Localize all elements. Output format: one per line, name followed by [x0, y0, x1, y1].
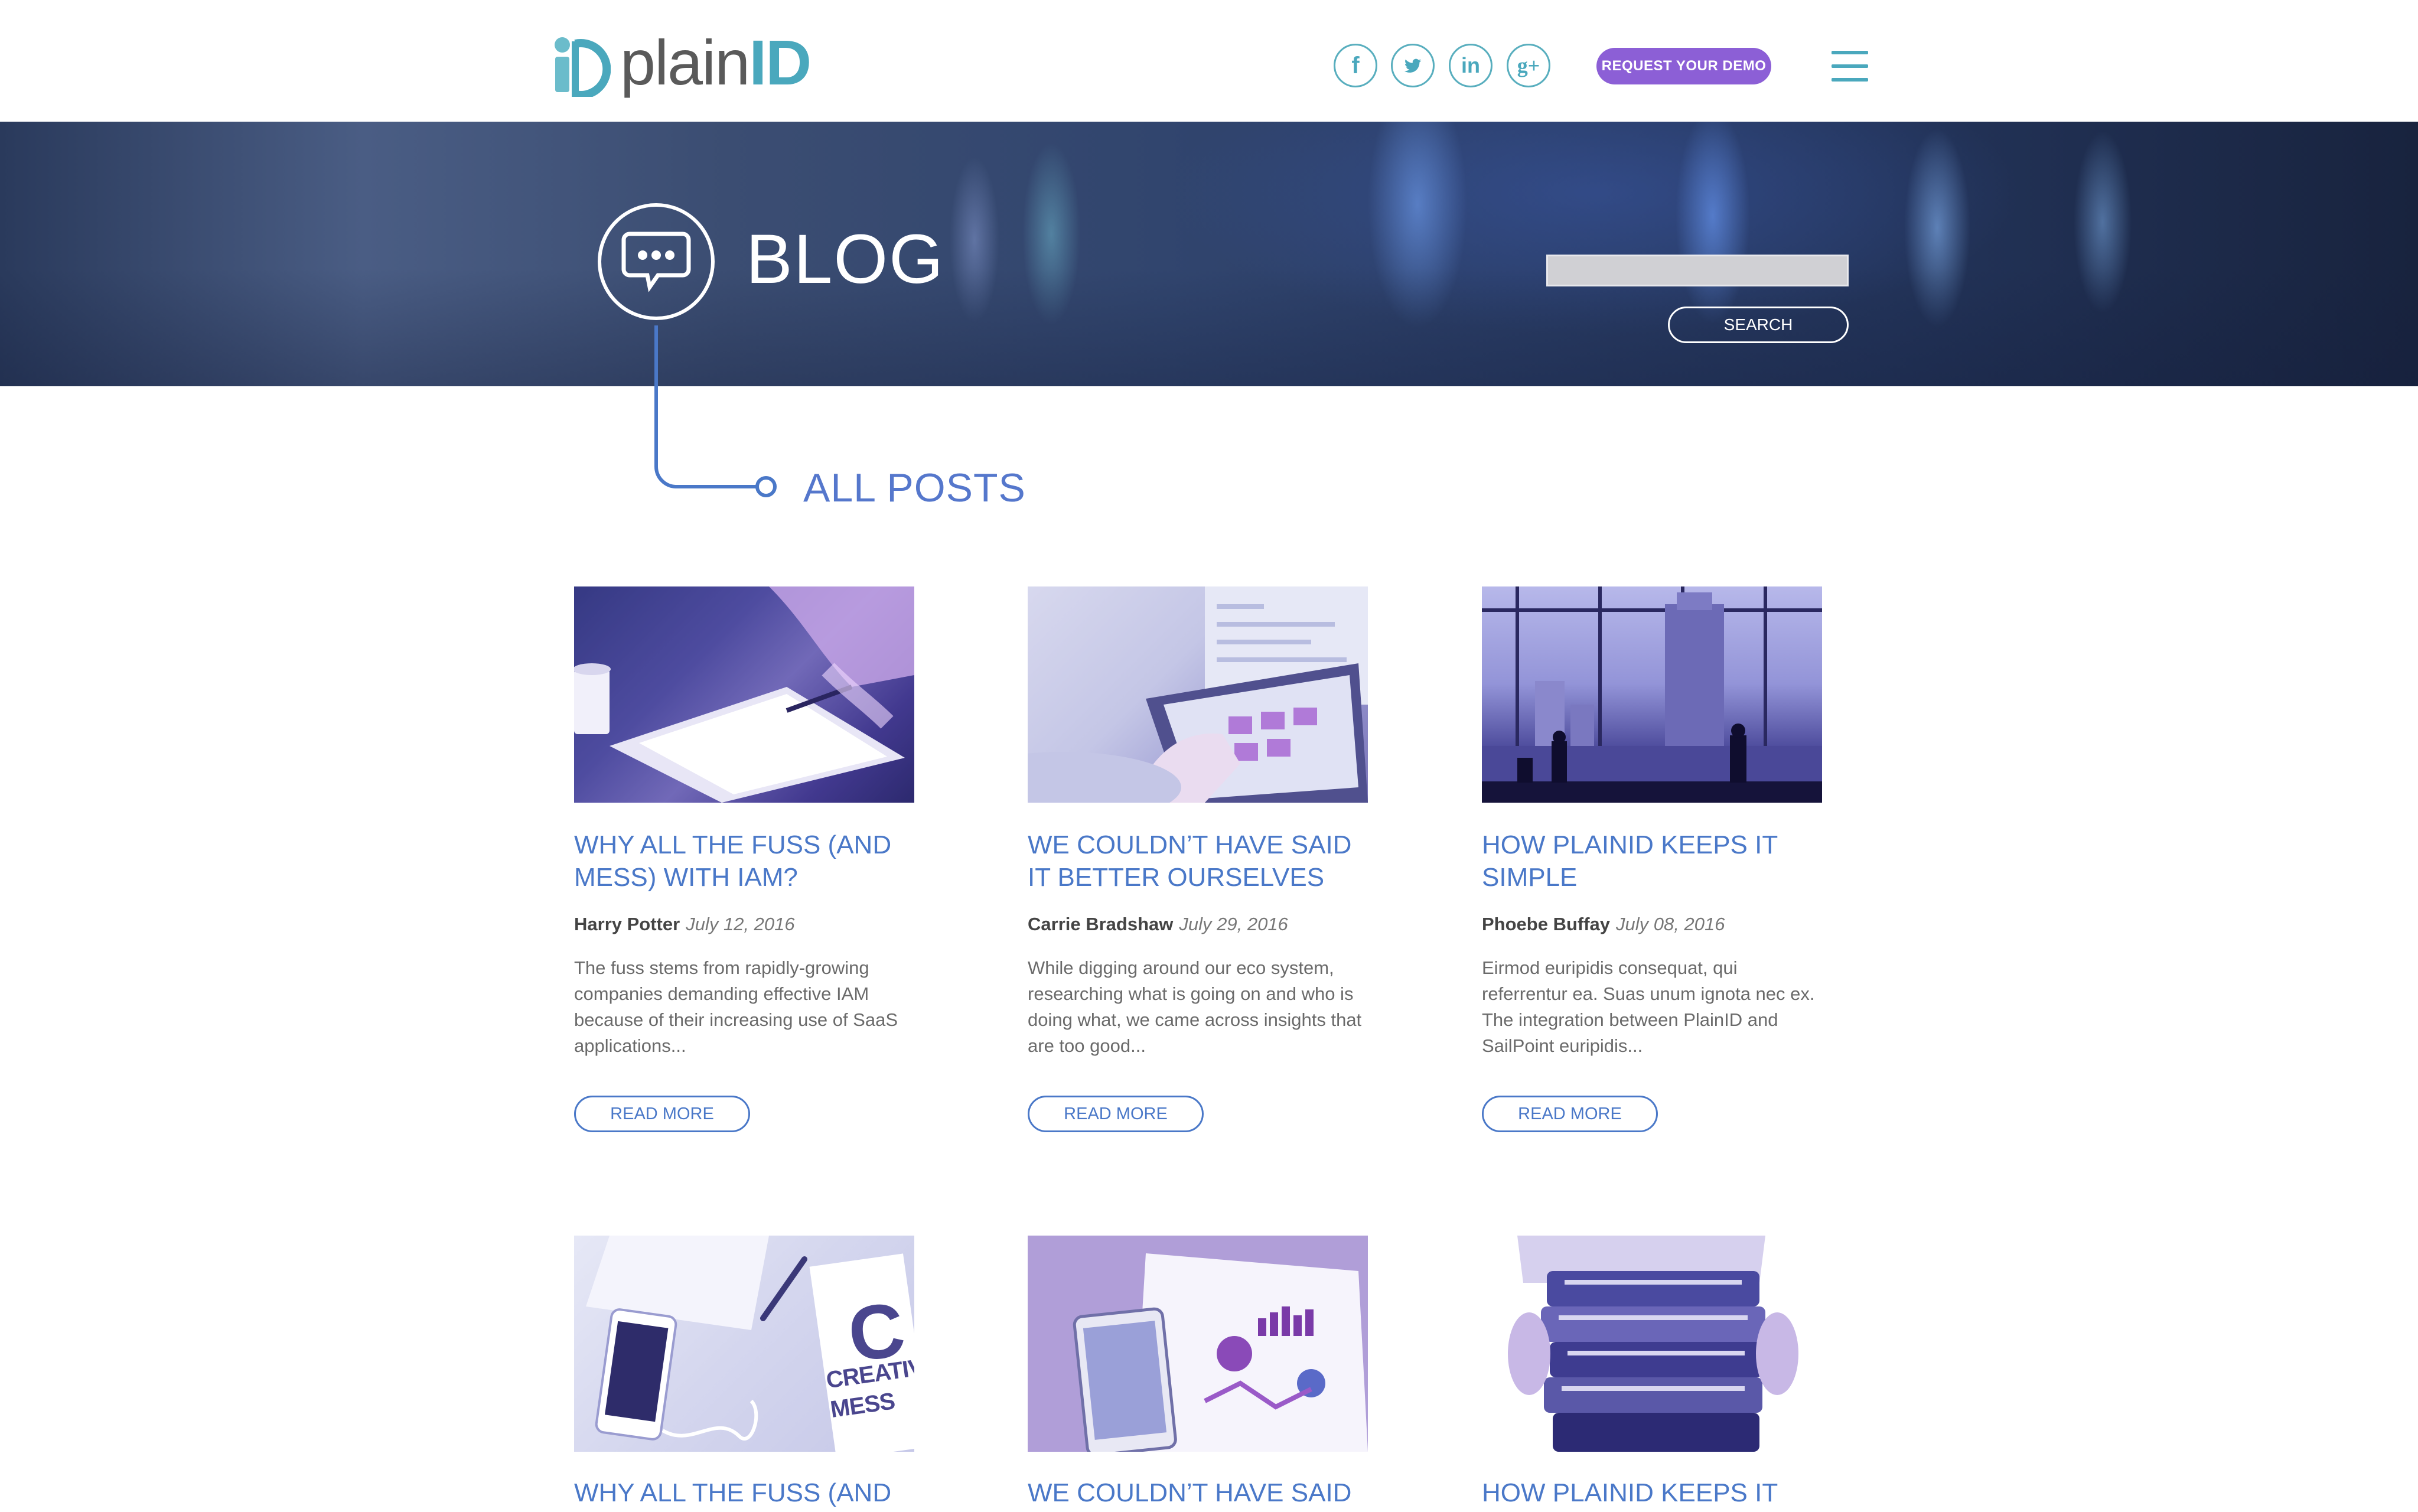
post-thumbnail[interactable] — [1028, 586, 1368, 803]
section-title: ALL POSTS — [803, 465, 1026, 510]
read-more-button[interactable]: READ MORE — [574, 1096, 750, 1132]
hamburger-icon[interactable] — [1832, 51, 1868, 82]
post-excerpt: Eirmod euripidis consequat, qui referren… — [1482, 957, 1815, 1056]
blog-hero-banner: BLOG SEARCH — [0, 122, 2418, 386]
post-thumbnail[interactable]: C CREATIVE MESS — [574, 1236, 914, 1452]
post-excerpt: The fuss stems from rapidly-growing comp… — [574, 957, 898, 1056]
twitter-button[interactable] — [1391, 44, 1435, 87]
linkedin-icon: in — [1461, 53, 1480, 77]
post-excerpt: While digging around our eco system, res… — [1028, 957, 1362, 1056]
post-author: Carrie Bradshaw — [1028, 914, 1174, 934]
google-plus-button[interactable]: g+ — [1507, 44, 1550, 87]
thumbnail-caption: CREATIVE MESS — [825, 1352, 914, 1423]
site-header: plainID f in g+ REQUEST YOUR DEMO — [0, 0, 2418, 122]
post-title[interactable]: WHY ALL THE FUSS (AND MESS) WITH IAM? — [574, 829, 914, 894]
post-meta: Carrie Bradshaw July 29, 2016 — [1028, 913, 1288, 936]
post-meta: Phoebe Buffay July 08, 2016 — [1482, 913, 1725, 936]
post-thumbnail[interactable] — [1482, 1236, 1822, 1452]
linkedin-button[interactable]: in — [1449, 44, 1492, 87]
logo-wordmark: plainID — [620, 27, 812, 98]
post-title[interactable]: HOW PLAINID KEEPS IT — [1482, 1477, 1822, 1509]
read-more-button[interactable]: READ MORE — [1482, 1096, 1658, 1132]
request-demo-button[interactable]: REQUEST YOUR DEMO — [1596, 48, 1771, 84]
post-author: Harry Potter — [574, 914, 680, 934]
logo-id: ID — [749, 27, 812, 98]
post-thumbnail[interactable] — [1482, 586, 1822, 803]
post-title[interactable]: WHY ALL THE FUSS (AND — [574, 1477, 914, 1509]
post-date: July 12, 2016 — [686, 914, 795, 934]
plainid-logo-mark-icon — [555, 37, 611, 97]
post-meta: Harry Potter July 12, 2016 — [574, 913, 795, 936]
post-author: Phoebe Buffay — [1482, 914, 1611, 934]
post-thumbnail[interactable] — [574, 586, 914, 803]
twitter-icon — [1404, 58, 1422, 73]
post-thumbnail[interactable] — [1028, 1236, 1368, 1452]
chat-bubble-icon — [598, 203, 715, 320]
search-button[interactable]: SEARCH — [1668, 307, 1849, 343]
post-title[interactable]: HOW PLAINID KEEPS IT SIMPLE — [1482, 829, 1822, 894]
post-title[interactable]: WE COULDN’T HAVE SAID IT BETTER OURSELVE… — [1028, 829, 1368, 894]
post-date: July 29, 2016 — [1179, 914, 1288, 934]
read-more-button[interactable]: READ MORE — [1028, 1096, 1204, 1132]
logo-word: plain — [620, 27, 750, 98]
search-input[interactable] — [1546, 255, 1849, 286]
page-title: BLOG — [746, 220, 944, 298]
facebook-icon: f — [1351, 52, 1360, 79]
plainid-logo[interactable]: plainID — [549, 27, 812, 98]
facebook-button[interactable]: f — [1334, 44, 1377, 87]
post-date: July 08, 2016 — [1616, 914, 1725, 934]
post-title[interactable]: WE COULDN’T HAVE SAID IT — [1028, 1477, 1368, 1512]
google-plus-icon: g+ — [1517, 54, 1540, 77]
